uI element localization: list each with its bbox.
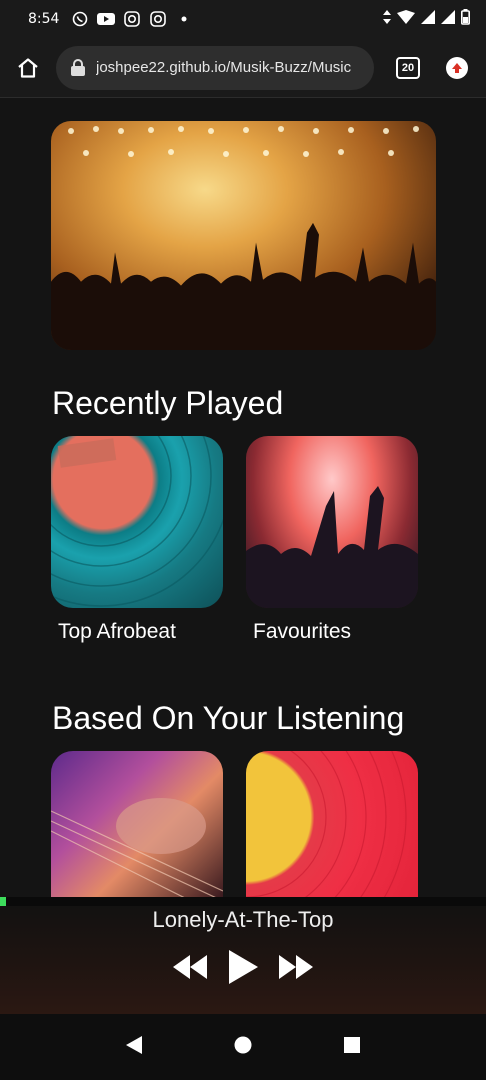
youtube-icon (97, 10, 116, 28)
status-time: 8:54 (28, 11, 60, 27)
play-button[interactable] (227, 949, 259, 985)
data-arrows-icon (383, 10, 391, 28)
hero-banner-image (51, 121, 436, 350)
progress-fill (0, 897, 6, 906)
signal-icon (441, 10, 455, 28)
playlist-label-favourites: Favourites (253, 620, 352, 643)
tab-count: 20 (401, 61, 415, 74)
home-nav-button[interactable] (233, 1035, 253, 1060)
tab-switcher-button[interactable]: 20 (396, 56, 420, 79)
crowd-silhouette (51, 222, 436, 350)
lock-icon (71, 58, 85, 76)
system-navigation-bar (0, 1014, 486, 1080)
recommendation-card-vinyl[interactable] (246, 751, 418, 897)
instagram-icon (149, 10, 167, 28)
concert-crowd-image (246, 486, 418, 608)
back-triangle-icon (126, 1035, 142, 1054)
rewind-icon (173, 955, 207, 979)
home-icon (18, 57, 38, 78)
url-text: joshpee22.github.io/Musik-Buzz/Music (96, 59, 352, 76)
stage-lights (68, 126, 419, 157)
red-vinyl-image (246, 751, 407, 897)
music-player-bar: Lonely-At-The-Top (0, 897, 486, 1014)
status-bar: 8:54 (0, 0, 486, 38)
dot-icon (175, 10, 193, 28)
section-title-recently-played: Recently Played (52, 385, 284, 421)
section-title-based-on-your-listening: Based On Your Listening (52, 700, 405, 736)
rewind-button[interactable] (171, 953, 209, 981)
instagram-icon (123, 10, 141, 28)
guitar-hand-image (51, 798, 223, 897)
recents-square-icon (344, 1036, 360, 1053)
address-bar[interactable]: joshpee22.github.io/Musik-Buzz/Music (56, 45, 374, 90)
vinyl-record-image (51, 436, 223, 607)
play-icon (229, 950, 258, 984)
playlist-card-favourites[interactable] (246, 436, 418, 608)
home-button[interactable] (0, 38, 56, 98)
recommendation-card-guitar[interactable] (51, 751, 223, 897)
fast-forward-icon (279, 955, 313, 979)
whatsapp-icon (71, 10, 89, 28)
update-arrow-icon (452, 62, 462, 73)
fast-forward-button[interactable] (277, 953, 315, 981)
notification-icons (71, 10, 193, 28)
wifi-icon (397, 10, 415, 28)
playlist-label-top-afrobeat: Top Afrobeat (58, 620, 176, 643)
now-playing-title: Lonely-At-The-Top (152, 907, 334, 932)
back-button[interactable] (125, 1035, 143, 1060)
playback-controls (0, 949, 486, 985)
recents-button[interactable] (343, 1036, 361, 1059)
system-icons (383, 9, 471, 29)
progress-bar[interactable] (0, 897, 486, 906)
battery-icon (461, 9, 471, 29)
playlist-card-top-afrobeat[interactable] (51, 436, 223, 608)
browser-menu-button[interactable] (446, 56, 468, 79)
browser-toolbar: joshpee22.github.io/Musik-Buzz/Music 20 (0, 38, 486, 98)
home-circle-icon (234, 1036, 252, 1053)
signal-icon (421, 10, 435, 28)
